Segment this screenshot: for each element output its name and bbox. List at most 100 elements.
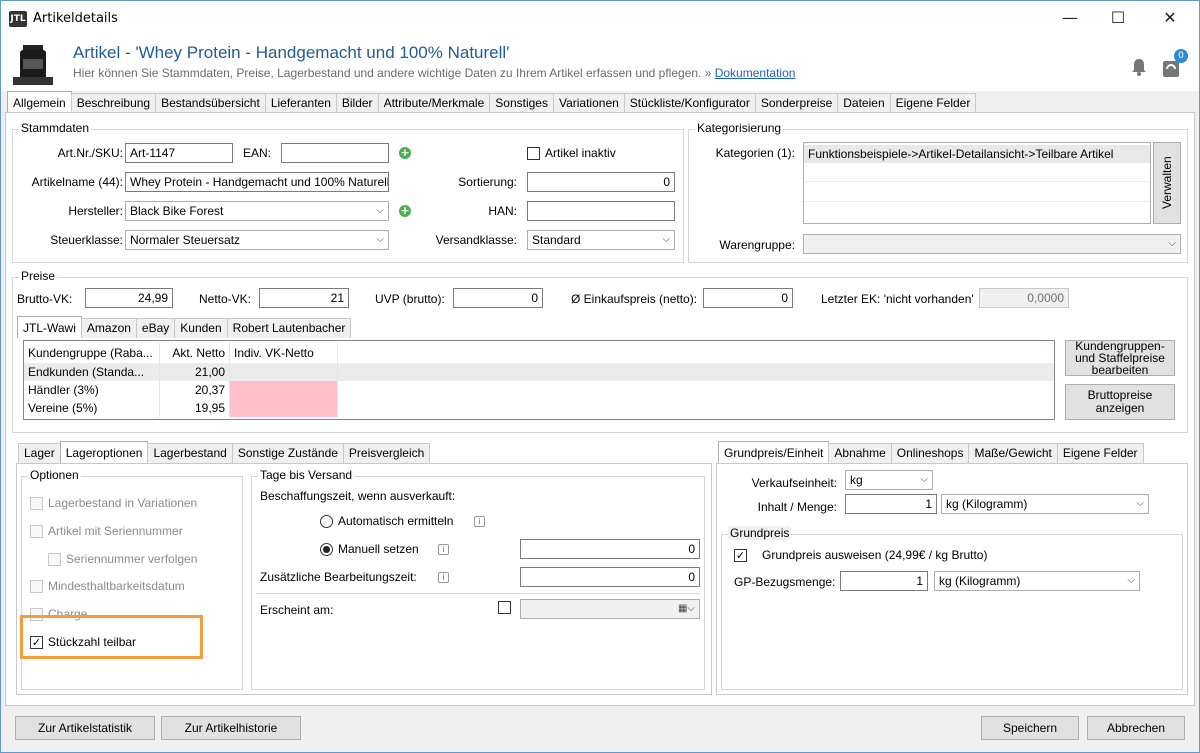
table-row[interactable]: Vereine (5%) 19,95 [24, 399, 1054, 417]
ean-input[interactable] [281, 143, 389, 163]
tab-grundpreis-einheit[interactable]: Grundpreis/Einheit [718, 441, 830, 463]
table-row[interactable]: Händler (3%) 20,37 [24, 381, 1054, 399]
staffelpreise-button[interactable]: Kundengruppen- und Staffelpreise bearbei… [1065, 340, 1175, 376]
netto-vk-label: Netto-VK: [199, 292, 252, 306]
tab-variationen[interactable]: Variationen [552, 93, 625, 113]
tab-sonstige-zustaende[interactable]: Sonstige Zustände [231, 443, 344, 463]
tab-beschreibung[interactable]: Beschreibung [70, 93, 157, 113]
tab-amazon[interactable]: Amazon [80, 318, 137, 338]
minimize-button[interactable]: — [1047, 5, 1093, 31]
documentation-link[interactable]: Dokumentation [715, 66, 796, 80]
warengruppe-select[interactable]: ⌵ [803, 234, 1181, 254]
tab-lageroptionen[interactable]: Lageroptionen [59, 441, 149, 463]
hersteller-select[interactable]: Black Bike Forest ⌵ [125, 201, 389, 221]
manuell-radio[interactable] [320, 543, 333, 556]
lager-tab-bar: Lager Lageroptionen Lagerbestand Sonstig… [18, 441, 431, 463]
zusatz-label: Zusätzliche Bearbeitungszeit: [260, 570, 417, 584]
speichern-button[interactable]: Speichern [981, 716, 1079, 740]
versandklasse-select[interactable]: Standard ⌵ [527, 230, 675, 250]
tab-abnahme[interactable]: Abnahme [828, 443, 892, 463]
verkaufseinheit-select[interactable]: kg ⌵ [845, 470, 933, 490]
manuell-input[interactable]: 0 [520, 539, 700, 559]
tab-onlineshops[interactable]: Onlineshops [890, 443, 970, 463]
tab-dateien[interactable]: Dateien [837, 93, 891, 113]
info-icon[interactable]: i [474, 516, 485, 527]
gp-bezugsmenge-unit-select[interactable]: kg (Kilogramm) ⌵ [934, 571, 1140, 591]
gp-bezugsmenge-input[interactable]: 1 [840, 571, 928, 591]
indiv-vk-cell[interactable] [230, 399, 338, 417]
list-item[interactable]: Funktionsbeispiele->Artikel-Detailansich… [804, 145, 1150, 163]
column-header-indiv-vk[interactable]: Indiv. VK-Netto [230, 343, 338, 363]
artikelname-input[interactable]: Whey Protein - Handgemacht und 100% Natu… [125, 172, 389, 192]
kategorien-list[interactable]: Funktionsbeispiele->Artikel-Detailansich… [803, 142, 1151, 224]
einkaufspreis-input[interactable]: 0 [703, 288, 793, 308]
uvp-input[interactable]: 0 [453, 288, 543, 308]
seriennummer-verfolgen-checkbox[interactable] [48, 553, 61, 566]
inhalt-unit-select[interactable]: kg (Kilogramm) ⌵ [941, 494, 1149, 514]
tab-allgemein[interactable]: Allgemein [7, 91, 72, 113]
artikelstatistik-button[interactable]: Zur Artikelstatistik [15, 716, 155, 740]
tab-sonstiges[interactable]: Sonstiges [489, 93, 554, 113]
tab-lager[interactable]: Lager [18, 443, 61, 463]
sortierung-label: Sortierung: [458, 175, 517, 189]
calendar-icon: ▦⌵ [677, 603, 695, 614]
indiv-vk-cell[interactable] [230, 381, 338, 399]
maximize-button[interactable]: ☐ [1095, 5, 1141, 31]
tab-ebay[interactable]: eBay [135, 318, 176, 338]
chevron-down-icon: ⌵ [920, 474, 928, 485]
tab-attribute[interactable]: Attribute/Merkmale [377, 93, 491, 113]
tab-jtl-wawi[interactable]: JTL-Wawi [17, 316, 82, 338]
tab-lagerbestand[interactable]: Lagerbestand [147, 443, 233, 463]
window-title: Artikeldetails [33, 11, 118, 26]
column-header-akt-netto[interactable]: Akt. Netto [160, 343, 230, 363]
column-header-kundengruppe[interactable]: Kundengruppe (Raba... [24, 343, 160, 363]
seriennummer-label: Artikel mit Seriennummer [48, 524, 183, 538]
lagerbestand-variationen-checkbox[interactable] [30, 497, 43, 510]
han-input[interactable] [527, 201, 675, 221]
grundpreis-group: Grundpreis ✓ Grundpreis ausweisen (24,99… [721, 526, 1183, 690]
tab-robert-lautenbacher[interactable]: Robert Lautenbacher [226, 318, 352, 338]
close-button[interactable]: ✕ [1147, 5, 1193, 31]
tab-sonderpreise[interactable]: Sonderpreise [754, 93, 839, 113]
indiv-vk-cell[interactable] [230, 363, 338, 381]
tab-preisvergleich[interactable]: Preisvergleich [342, 443, 431, 463]
abbrechen-button[interactable]: Abbrechen [1087, 716, 1185, 740]
netto-vk-input[interactable]: 21 [259, 288, 349, 308]
zusatz-input[interactable]: 0 [520, 567, 700, 587]
seriennummer-checkbox[interactable] [30, 525, 43, 538]
grundpreis-ausweisen-checkbox[interactable]: ✓ [734, 549, 747, 562]
bruttopreise-button[interactable]: Bruttopreise anzeigen [1065, 384, 1175, 420]
sortierung-input[interactable]: 0 [527, 172, 675, 192]
tab-eigene-felder[interactable]: Eigene Felder [889, 93, 977, 113]
bell-icon[interactable] [1129, 57, 1149, 77]
artikel-inaktiv-checkbox[interactable] [527, 147, 540, 160]
erscheint-checkbox[interactable] [498, 601, 511, 614]
info-icon[interactable]: i [438, 544, 449, 555]
tab-bilder[interactable]: Bilder [335, 93, 379, 113]
tab-bestandsuebersicht[interactable]: Bestandsübersicht [155, 93, 266, 113]
tage-bis-versand-title: Tage bis Versand [258, 468, 355, 482]
brutto-vk-input[interactable]: 24,99 [85, 288, 173, 308]
mhd-checkbox[interactable] [30, 580, 43, 593]
steuerklasse-select[interactable]: Normaler Steuersatz ⌵ [125, 230, 389, 250]
add-ean-icon[interactable]: + [399, 147, 411, 159]
divider [256, 593, 700, 594]
tab-lieferanten[interactable]: Lieferanten [264, 93, 337, 113]
tab-masse-gewicht[interactable]: Maße/Gewicht [968, 443, 1058, 463]
artnr-input[interactable]: Art-1147 [125, 143, 233, 163]
table-row[interactable]: Endkunden (Standa... 21,00 [24, 363, 1054, 381]
warengruppe-label: Warengruppe: [719, 238, 795, 252]
artikelhistorie-button[interactable]: Zur Artikelhistorie [161, 716, 301, 740]
automatisch-radio[interactable] [320, 515, 333, 528]
info-icon[interactable]: i [438, 572, 449, 583]
inhalt-input[interactable]: 1 [845, 494, 937, 514]
letzter-ek-input: 0,0000 [979, 288, 1069, 308]
verwalten-button[interactable]: Verwalten [1153, 142, 1181, 224]
table-header: Kundengruppe (Raba... Akt. Netto Indiv. … [24, 343, 1054, 363]
tab-eigene-felder-2[interactable]: Eigene Felder [1056, 443, 1144, 463]
page-title: Artikel - 'Whey Protein - Handgemacht un… [73, 43, 510, 62]
add-hersteller-icon[interactable]: + [399, 205, 411, 217]
tab-kunden[interactable]: Kunden [174, 318, 228, 338]
tab-stueckliste[interactable]: Stückliste/Konfigurator [623, 93, 756, 113]
erscheint-date-picker[interactable]: ▦⌵ [520, 599, 700, 619]
